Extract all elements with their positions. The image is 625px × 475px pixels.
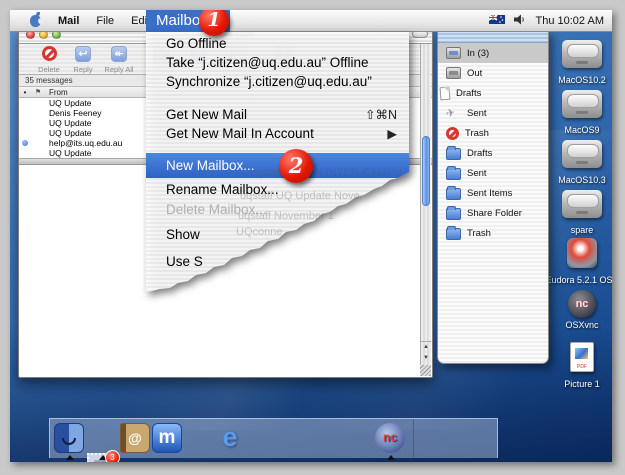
finder-dock-icon[interactable] (54, 423, 84, 453)
mailbox-sent[interactable]: ✈ Sent (438, 103, 548, 123)
flag-column-icon[interactable]: ⚑ (31, 88, 45, 96)
submenu-arrow-icon: ▶ (387, 125, 397, 143)
mailbox-folder-sent-items[interactable]: Sent Items (438, 183, 548, 203)
running-indicator (387, 455, 395, 460)
menu-item-use-s[interactable]: Use S (146, 253, 409, 271)
desktop-icon-macos103[interactable]: MacOS10.3 (544, 140, 612, 185)
desktop-icon-label: MacOS10.3 (544, 175, 612, 185)
desktop-icon-macos102[interactable]: MacOS10.2 (544, 40, 612, 85)
desktop-icon-eudora[interactable]: Eudora 5.2.1 OSX (544, 238, 612, 285)
mailbox-drawer: In (3) Out Drafts ✈ Sent Trash Drafts Se… (437, 30, 549, 364)
menu-item-delete-mailbox: Delete Mailbox... (146, 201, 409, 219)
inbox-icon (446, 47, 461, 59)
mailbox-out[interactable]: Out (438, 63, 548, 83)
desktop: MacOS10.2 MacOS9 MacOS10.3 spare Eudora … (10, 10, 612, 462)
paper-plane-icon: ✈ (445, 106, 462, 121)
menu-item-synchronize[interactable]: Synchronize “j.citizen@uq.edu.au” (146, 73, 409, 91)
mozilla-dock-icon[interactable]: m (152, 423, 182, 453)
reply-all-icon: ↞ (111, 46, 127, 62)
mailbox-menu: Go Offline Take “j.citizen@uq.edu.au” Of… (146, 32, 409, 294)
delete-icon (42, 46, 57, 61)
blue-folder-icon (446, 228, 461, 240)
internet-explorer-dock-icon[interactable]: e (215, 423, 245, 453)
hard-disk-icon[interactable] (562, 140, 602, 168)
from-column-header[interactable]: From (45, 88, 68, 97)
picture-file-icon[interactable] (570, 342, 594, 372)
desktop-icon-label: MacOS10.2 (544, 75, 612, 85)
mailbox-in[interactable]: In (3) (438, 43, 548, 63)
desktop-icon-macos9[interactable]: MacOS9 (544, 90, 612, 135)
apple-menu-icon[interactable] (30, 15, 41, 27)
desktop-icon-label: Eudora 5.2.1 OSX (544, 275, 612, 285)
step-2-badge: 2 (279, 149, 313, 183)
mailbox-drafts[interactable]: Drafts (438, 83, 548, 103)
menu-file[interactable]: File (96, 15, 114, 27)
australian-flag-icon[interactable] (489, 15, 505, 27)
desktop-icon-label: Picture 1 (544, 379, 612, 389)
address-book-dock-icon[interactable]: @ (120, 423, 150, 453)
running-indicator (66, 455, 74, 460)
mailbox-trash[interactable]: Trash (438, 123, 548, 143)
read-column-header[interactable]: • (19, 88, 31, 97)
menu-item-go-offline[interactable]: Go Offline (146, 35, 409, 53)
osxvnc-app-icon[interactable]: nc (568, 290, 596, 318)
desktop-icon-picture1[interactable]: Picture 1 (544, 342, 612, 389)
screenshot-frame: { "menubar": { "items": ["Mail", "File",… (0, 0, 625, 475)
desktop-icon-spare[interactable]: spare (544, 190, 612, 235)
trash-prohibit-icon (446, 127, 459, 140)
menu-item-get-new-mail[interactable]: ⇧⌘N Get New Mail (146, 106, 409, 124)
desktop-icon-label: OSXvnc (544, 320, 612, 330)
menubar: Mail File Edit View Thu 10:02 AM (10, 10, 612, 32)
menu-item-get-new-mail-in-account[interactable]: ▶ Get New Mail In Account (146, 125, 409, 143)
window-scrollbar[interactable]: ▲▼ (420, 44, 431, 376)
desktop-icon-label: spare (544, 225, 612, 235)
resize-grip[interactable] (420, 365, 431, 376)
hard-disk-icon[interactable] (562, 90, 602, 118)
desktop-icon-label: MacOS9 (544, 125, 612, 135)
outbox-icon (446, 67, 461, 79)
menubar-clock[interactable]: Thu 10:02 AM (536, 15, 605, 27)
mailbox-folder-drafts[interactable]: Drafts (438, 143, 548, 163)
blue-folder-icon (446, 168, 461, 180)
reply-all-button[interactable]: ↞ Reply All (97, 46, 141, 74)
mailbox-folder-share[interactable]: Share Folder (438, 203, 548, 223)
hard-disk-icon[interactable] (562, 190, 602, 218)
drawer-header (438, 31, 548, 43)
volume-icon[interactable] (514, 14, 527, 28)
scrollbar-thumb[interactable] (422, 136, 430, 206)
scrollbar-arrows[interactable]: ▲▼ (421, 341, 431, 364)
menu-item-rename-mailbox[interactable]: Rename Mailbox... (146, 181, 409, 199)
mailbox-folder-trash[interactable]: Trash (438, 223, 548, 243)
reply-icon: ↩ (75, 46, 91, 62)
menu-item-new-mailbox[interactable]: New Mailbox... (146, 153, 409, 178)
blue-folder-icon (446, 208, 461, 220)
unread-dot-icon (22, 140, 28, 146)
blue-folder-icon (446, 148, 461, 160)
dock: 3 @ m e nc @ (49, 418, 498, 458)
dock-separator (413, 419, 414, 458)
menu-mail[interactable]: Mail (58, 15, 79, 27)
mail-unread-badge: 3 (105, 450, 120, 462)
eudora-app-icon[interactable] (567, 238, 597, 268)
desktop-icon-osxvnc[interactable]: nc OSXvnc (544, 290, 612, 330)
drafts-page-icon (440, 86, 451, 100)
menu-item-show[interactable]: Show (146, 226, 409, 244)
shortcut-label: ⇧⌘N (365, 106, 397, 124)
mailbox-folder-sent[interactable]: Sent (438, 163, 548, 183)
menu-item-take-offline[interactable]: Take “j.citizen@uq.edu.au” Offline (146, 54, 409, 72)
osxvnc-dock-icon[interactable]: nc (375, 423, 405, 453)
hard-disk-icon[interactable] (562, 40, 602, 68)
blue-folder-icon (446, 188, 461, 200)
